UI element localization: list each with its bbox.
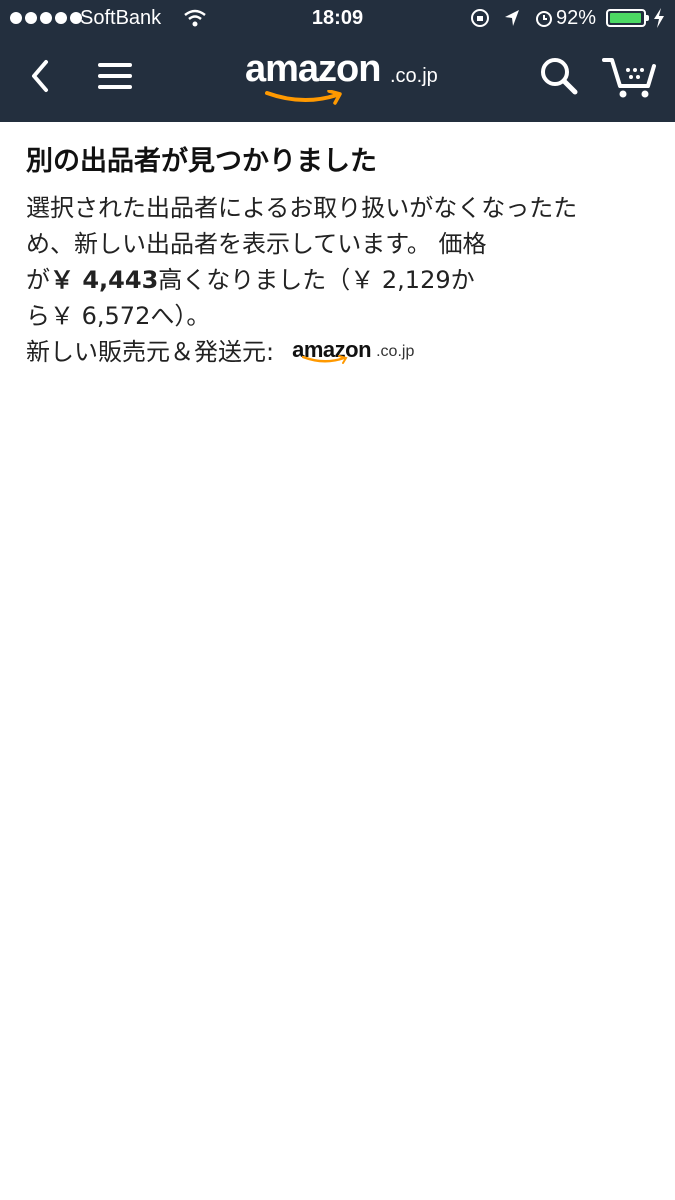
message-line-1: 選択された出品者によるお取り扱いがなくなったた (26, 194, 578, 222)
smile-arrow-icon (265, 90, 342, 105)
price-increase: ￥ 4,443 (50, 266, 159, 294)
location-arrow-icon (505, 10, 519, 26)
top-bar: SoftBank 18:09 92% amazon .co.jp (0, 0, 675, 122)
message-line-4: ら￥ 6,572へ）。 (26, 302, 211, 330)
nav-bar: amazon .co.jp (0, 38, 675, 122)
amazon-logo[interactable]: amazon .co.jp (245, 48, 445, 112)
cart-icon[interactable] (600, 50, 660, 102)
rotation-lock-icon (471, 9, 489, 27)
notice-title: 別の出品者が見つかりました (26, 146, 377, 177)
logo-tld: .co.jp (390, 65, 438, 87)
back-chevron-icon[interactable] (20, 50, 60, 102)
menu-icon[interactable] (92, 50, 138, 102)
line3-suffix: 高くなりました（￥ 2,129か (158, 266, 475, 294)
message-line-2: め、新しい出品者を表示しています。 価格 (26, 230, 487, 258)
seller-logo-tld: .co.jp (376, 343, 415, 360)
battery-icon (606, 9, 649, 27)
search-icon[interactable] (535, 50, 583, 102)
logo-word: amazon (245, 48, 381, 90)
seller-label: 新しい販売元＆発送元: (26, 338, 275, 366)
line3-prefix: が (26, 266, 50, 294)
seller-change-notice: 別の出品者が見つかりました 選択された出品者によるお取り扱いがなくなったた め、… (26, 142, 656, 370)
new-seller-row: 新しい販売元＆発送元: amazon .co.jp (26, 334, 656, 370)
alarm-icon (536, 11, 552, 27)
charging-bolt-icon (654, 8, 664, 28)
seller-smile-icon (302, 355, 348, 364)
seller-amazon-logo: amazon .co.jp (292, 334, 437, 370)
message-line-3: が￥ 4,443高くなりました（￥ 2,129か (26, 262, 656, 298)
status-bar: SoftBank 18:09 92% (0, 0, 675, 38)
notice-message: 選択された出品者によるお取り扱いがなくなったた め、新しい出品者を表示しています… (26, 190, 656, 334)
battery-percent: 92% (556, 7, 597, 29)
